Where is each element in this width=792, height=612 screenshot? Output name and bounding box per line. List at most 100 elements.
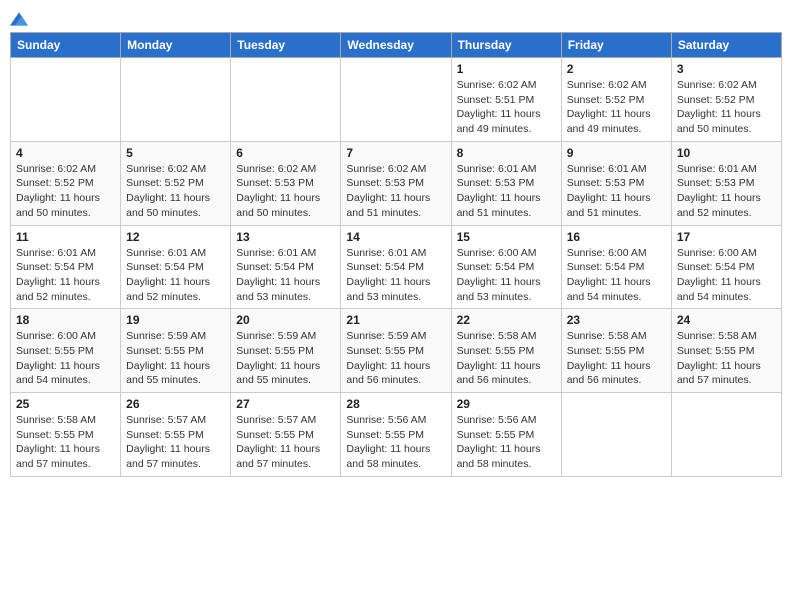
day-number: 20 [236, 313, 335, 327]
dow-header-monday: Monday [121, 33, 231, 58]
day-number: 12 [126, 230, 225, 244]
day-number: 5 [126, 146, 225, 160]
calendar-week-2: 4 Sunrise: 6:02 AM Sunset: 5:52 PM Daylig… [11, 141, 782, 225]
day-number: 13 [236, 230, 335, 244]
calendar-cell: 27 Sunrise: 5:57 AM Sunset: 5:55 PM Dayli… [231, 393, 341, 477]
calendar-cell: 2 Sunrise: 6:02 AM Sunset: 5:52 PM Daylig… [561, 58, 671, 142]
day-info: Sunrise: 6:01 AM Sunset: 5:54 PM Dayligh… [236, 246, 335, 305]
dow-header-wednesday: Wednesday [341, 33, 451, 58]
calendar-cell: 8 Sunrise: 6:01 AM Sunset: 5:53 PM Daylig… [451, 141, 561, 225]
day-number: 16 [567, 230, 666, 244]
day-number: 10 [677, 146, 776, 160]
calendar-cell [121, 58, 231, 142]
calendar-cell: 9 Sunrise: 6:01 AM Sunset: 5:53 PM Daylig… [561, 141, 671, 225]
calendar-cell: 26 Sunrise: 5:57 AM Sunset: 5:55 PM Dayli… [121, 393, 231, 477]
calendar-cell: 10 Sunrise: 6:01 AM Sunset: 5:53 PM Dayli… [671, 141, 781, 225]
calendar-week-5: 25 Sunrise: 5:58 AM Sunset: 5:55 PM Dayli… [11, 393, 782, 477]
day-info: Sunrise: 6:02 AM Sunset: 5:53 PM Dayligh… [346, 162, 445, 221]
day-number: 17 [677, 230, 776, 244]
day-info: Sunrise: 6:01 AM Sunset: 5:53 PM Dayligh… [567, 162, 666, 221]
calendar-cell: 22Sunrise: 5:58 AM Sunset: 5:55 PM Dayli… [451, 309, 561, 393]
day-info: Sunrise: 6:00 AM Sunset: 5:54 PM Dayligh… [567, 246, 666, 305]
calendar-cell: 5 Sunrise: 6:02 AM Sunset: 5:52 PM Daylig… [121, 141, 231, 225]
calendar-table: SundayMondayTuesdayWednesdayThursdayFrid… [10, 32, 782, 477]
calendar-cell: 4 Sunrise: 6:02 AM Sunset: 5:52 PM Daylig… [11, 141, 121, 225]
day-info: Sunrise: 5:59 AM Sunset: 5:55 PM Dayligh… [126, 329, 225, 388]
calendar-cell: 25 Sunrise: 5:58 AM Sunset: 5:55 PM Dayli… [11, 393, 121, 477]
day-number: 2 [567, 62, 666, 76]
day-number: 7 [346, 146, 445, 160]
day-info: Sunrise: 6:02 AM Sunset: 5:52 PM Dayligh… [126, 162, 225, 221]
day-number: 8 [457, 146, 556, 160]
day-number: 14 [346, 230, 445, 244]
day-number: 18 [16, 313, 115, 327]
calendar-cell: 17 Sunrise: 6:00 AM Sunset: 5:54 PM Dayli… [671, 225, 781, 309]
day-number: 19 [126, 313, 225, 327]
day-number: 9 [567, 146, 666, 160]
day-number: 24 [677, 313, 776, 327]
calendar-cell: 18Sunrise: 6:00 AM Sunset: 5:55 PM Dayli… [11, 309, 121, 393]
day-number: 3 [677, 62, 776, 76]
calendar-cell [11, 58, 121, 142]
dow-header-friday: Friday [561, 33, 671, 58]
day-number: 23 [567, 313, 666, 327]
calendar-cell [341, 58, 451, 142]
calendar-cell: 16 Sunrise: 6:00 AM Sunset: 5:54 PM Dayli… [561, 225, 671, 309]
calendar-cell: 24 Sunrise: 5:58 AM Sunset: 5:55 PM Dayli… [671, 309, 781, 393]
day-number: 26 [126, 397, 225, 411]
calendar-cell: 15 Sunrise: 6:00 AM Sunset: 5:54 PM Dayli… [451, 225, 561, 309]
logo-icon [10, 12, 28, 26]
calendar-cell: 11 Sunrise: 6:01 AM Sunset: 5:54 PM Dayli… [11, 225, 121, 309]
calendar-cell [231, 58, 341, 142]
calendar-cell: 19 Sunrise: 5:59 AM Sunset: 5:55 PM Dayli… [121, 309, 231, 393]
calendar-cell: 13 Sunrise: 6:01 AM Sunset: 5:54 PM Dayli… [231, 225, 341, 309]
day-info: Sunrise: 6:00 AM Sunset: 5:54 PM Dayligh… [457, 246, 556, 305]
day-number: 27 [236, 397, 335, 411]
day-number: 25 [16, 397, 115, 411]
calendar-cell: 12 Sunrise: 6:01 AM Sunset: 5:54 PM Dayli… [121, 225, 231, 309]
calendar-week-3: 11 Sunrise: 6:01 AM Sunset: 5:54 PM Dayli… [11, 225, 782, 309]
day-number: 11 [16, 230, 115, 244]
dow-header-tuesday: Tuesday [231, 33, 341, 58]
day-number: 21 [346, 313, 445, 327]
calendar-cell: 1Sunrise: 6:02 AM Sunset: 5:51 PM Daylig… [451, 58, 561, 142]
day-info: Sunrise: 5:58 AM Sunset: 5:55 PM Dayligh… [677, 329, 776, 388]
day-info: Sunrise: 5:59 AM Sunset: 5:55 PM Dayligh… [236, 329, 335, 388]
day-info: Sunrise: 6:02 AM Sunset: 5:52 PM Dayligh… [677, 78, 776, 137]
day-info: Sunrise: 6:01 AM Sunset: 5:54 PM Dayligh… [16, 246, 115, 305]
day-info: Sunrise: 6:00 AM Sunset: 5:54 PM Dayligh… [677, 246, 776, 305]
day-number: 22 [457, 313, 556, 327]
day-info: Sunrise: 5:58 AM Sunset: 5:55 PM Dayligh… [16, 413, 115, 472]
day-info: Sunrise: 5:57 AM Sunset: 5:55 PM Dayligh… [236, 413, 335, 472]
calendar-cell: 14 Sunrise: 6:01 AM Sunset: 5:54 PM Dayli… [341, 225, 451, 309]
dow-header-saturday: Saturday [671, 33, 781, 58]
day-number: 4 [16, 146, 115, 160]
day-number: 15 [457, 230, 556, 244]
calendar-cell: 21 Sunrise: 5:59 AM Sunset: 5:55 PM Dayli… [341, 309, 451, 393]
day-info: Sunrise: 6:01 AM Sunset: 5:54 PM Dayligh… [126, 246, 225, 305]
calendar-cell [561, 393, 671, 477]
day-info: Sunrise: 6:01 AM Sunset: 5:53 PM Dayligh… [457, 162, 556, 221]
calendar-cell: 3 Sunrise: 6:02 AM Sunset: 5:52 PM Daylig… [671, 58, 781, 142]
day-number: 28 [346, 397, 445, 411]
calendar-cell: 20 Sunrise: 5:59 AM Sunset: 5:55 PM Dayli… [231, 309, 341, 393]
calendar-cell: 28Sunrise: 5:56 AM Sunset: 5:55 PM Dayli… [341, 393, 451, 477]
calendar-cell: 6 Sunrise: 6:02 AM Sunset: 5:53 PM Daylig… [231, 141, 341, 225]
calendar-cell [671, 393, 781, 477]
day-info: Sunrise: 5:57 AM Sunset: 5:55 PM Dayligh… [126, 413, 225, 472]
day-info: Sunrise: 6:01 AM Sunset: 5:54 PM Dayligh… [346, 246, 445, 305]
day-info: Sunrise: 5:59 AM Sunset: 5:55 PM Dayligh… [346, 329, 445, 388]
day-info: Sunrise: 5:58 AM Sunset: 5:55 PM Dayligh… [567, 329, 666, 388]
logo [10, 10, 32, 26]
day-number: 6 [236, 146, 335, 160]
day-info: Sunrise: 6:01 AM Sunset: 5:53 PM Dayligh… [677, 162, 776, 221]
calendar-week-4: 18Sunrise: 6:00 AM Sunset: 5:55 PM Dayli… [11, 309, 782, 393]
day-number: 29 [457, 397, 556, 411]
calendar-cell: 29 Sunrise: 5:56 AM Sunset: 5:55 PM Dayli… [451, 393, 561, 477]
day-info: Sunrise: 5:56 AM Sunset: 5:55 PM Dayligh… [457, 413, 556, 472]
dow-header-sunday: Sunday [11, 33, 121, 58]
day-info: Sunrise: 6:02 AM Sunset: 5:52 PM Dayligh… [567, 78, 666, 137]
day-info: Sunrise: 6:02 AM Sunset: 5:52 PM Dayligh… [16, 162, 115, 221]
day-number: 1 [457, 62, 556, 76]
day-info: Sunrise: 6:02 AM Sunset: 5:53 PM Dayligh… [236, 162, 335, 221]
